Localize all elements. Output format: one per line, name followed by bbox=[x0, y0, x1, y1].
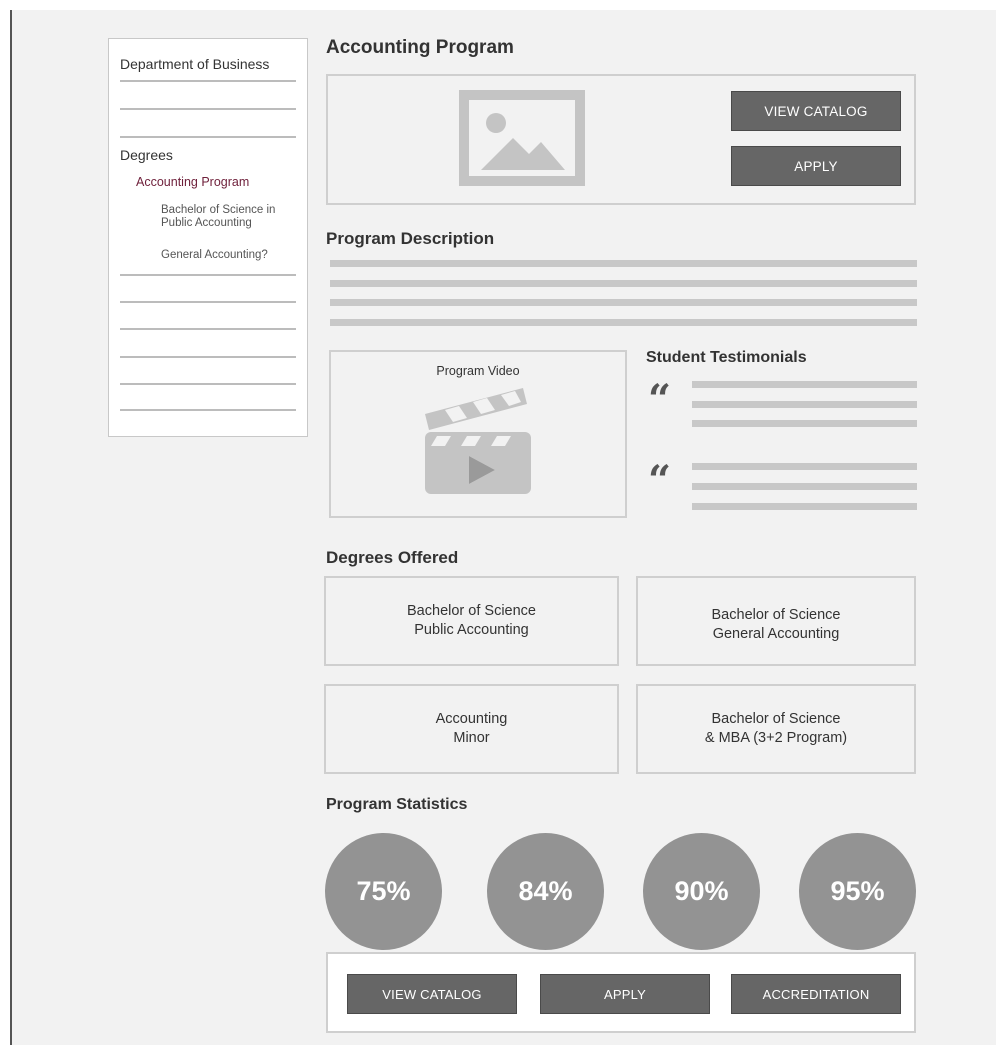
student-testimonials-heading: Student Testimonials bbox=[646, 349, 807, 366]
program-description-heading: Program Description bbox=[326, 229, 495, 248]
program-video-title: Program Video bbox=[436, 364, 520, 378]
sidebar-divider bbox=[120, 328, 296, 330]
degree-card-line: Public Accounting bbox=[414, 622, 529, 638]
text-placeholder-line bbox=[692, 463, 917, 470]
sidebar-divider bbox=[120, 301, 296, 303]
degree-card-line: & MBA (3+2 Program) bbox=[704, 730, 848, 746]
sidebar-divider bbox=[120, 80, 296, 82]
quote-mark-icon: “ bbox=[648, 457, 672, 504]
sidebar-divider bbox=[120, 108, 296, 110]
text-placeholder-line bbox=[692, 401, 917, 408]
sidebar-item-bs-public-accounting[interactable]: Bachelor of Science in Public Accounting bbox=[161, 204, 301, 230]
text-placeholder-line bbox=[692, 503, 917, 510]
sidebar-divider bbox=[120, 383, 296, 385]
sidebar-item-accounting-program[interactable]: Accounting Program bbox=[136, 175, 249, 189]
degree-card-line: General Accounting bbox=[712, 626, 840, 642]
page-canvas: Department of Business Degrees Accountin… bbox=[10, 10, 996, 1045]
clapperboard-play-icon bbox=[425, 388, 531, 494]
sidebar-item-general-accounting[interactable]: General Accounting? bbox=[161, 249, 301, 262]
sidebar-divider bbox=[120, 356, 296, 358]
text-placeholder-line bbox=[330, 299, 917, 306]
page-title: Accounting Program bbox=[326, 37, 514, 58]
sidebar-degrees-heading[interactable]: Degrees bbox=[120, 147, 173, 163]
footer-actions: VIEW CATALOG APPLY ACCREDITATION bbox=[326, 952, 916, 1033]
degree-card-line: Bachelor of Science bbox=[711, 607, 841, 623]
hero-banner: VIEW CATALOG APPLY bbox=[326, 74, 916, 205]
program-statistics-heading: Program Statistics bbox=[326, 796, 468, 813]
text-placeholder-line bbox=[330, 319, 917, 326]
stat-circle: 90% bbox=[643, 833, 760, 950]
stat-circle: 75% bbox=[325, 833, 442, 950]
text-placeholder-line bbox=[330, 260, 917, 267]
degree-card-line: Minor bbox=[453, 730, 490, 746]
degree-card-line: Bachelor of Science bbox=[407, 603, 536, 619]
sidebar-divider bbox=[120, 136, 296, 138]
degrees-offered-heading: Degrees Offered bbox=[326, 548, 459, 567]
program-video-player[interactable]: Program Video bbox=[329, 350, 627, 518]
text-placeholder-line bbox=[692, 420, 917, 427]
degree-card-bs-public-accounting[interactable]: Bachelor of Science Public Accounting bbox=[324, 576, 619, 666]
apply-button[interactable]: APPLY bbox=[731, 146, 901, 186]
footer-apply-button[interactable]: APPLY bbox=[540, 974, 710, 1014]
degree-card-bs-general-accounting[interactable]: Bachelor of Science General Accounting bbox=[636, 576, 916, 666]
stat-circle: 84% bbox=[487, 833, 604, 950]
degree-card-bs-mba[interactable]: Bachelor of Science & MBA (3+2 Program) bbox=[636, 684, 916, 774]
quote-mark-icon: “ bbox=[648, 376, 672, 423]
stat-circle: 95% bbox=[799, 833, 916, 950]
footer-accreditation-button[interactable]: ACCREDITATION bbox=[731, 974, 901, 1014]
sidebar-divider bbox=[120, 274, 296, 276]
text-placeholder-line bbox=[692, 381, 917, 388]
image-placeholder-icon bbox=[459, 90, 585, 186]
sidebar-divider bbox=[120, 409, 296, 411]
degree-card-line: Accounting bbox=[435, 711, 508, 727]
degree-card-accounting-minor[interactable]: Accounting Minor bbox=[324, 684, 619, 774]
text-placeholder-line bbox=[330, 280, 917, 287]
text-placeholder-line bbox=[692, 483, 917, 490]
sidebar-nav: Department of Business Degrees Accountin… bbox=[108, 38, 308, 437]
sidebar-department-link[interactable]: Department of Business bbox=[120, 56, 269, 72]
view-catalog-button[interactable]: VIEW CATALOG bbox=[731, 91, 901, 131]
footer-view-catalog-button[interactable]: VIEW CATALOG bbox=[347, 974, 517, 1014]
degree-card-line: Bachelor of Science bbox=[711, 711, 841, 727]
